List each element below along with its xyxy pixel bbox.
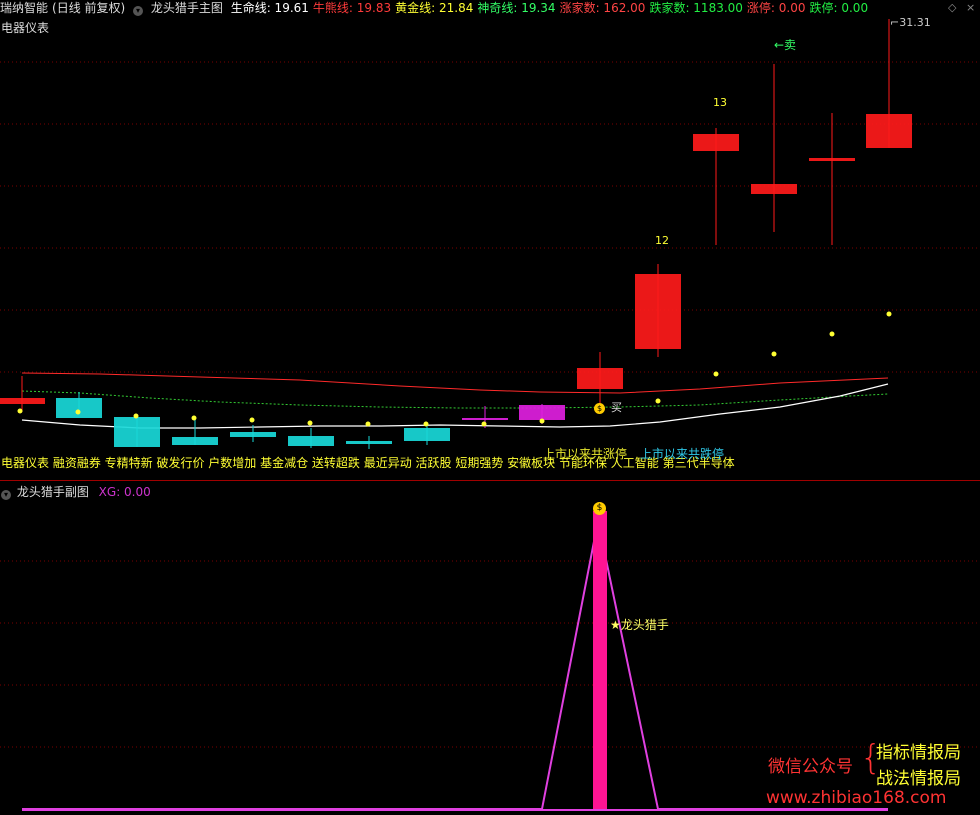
yellow-dot <box>191 415 197 421</box>
peak-price: ⌐31.31 <box>890 16 931 29</box>
money-bag-icon: $ <box>594 403 605 414</box>
yellow-dot <box>481 421 487 427</box>
watermark-line2: 战法情报局 <box>876 769 961 789</box>
stock-name: 瑞纳智能 <box>0 1 49 15</box>
header-value-item: 跌家数: 1183.00 <box>649 1 743 15</box>
dragon-hunter-signal: ★龙头猎手 <box>610 618 669 632</box>
yellow-dot <box>17 408 23 414</box>
xg-value: XG: 0.00 <box>98 485 151 499</box>
candle <box>346 436 392 449</box>
yellow-dot <box>365 421 371 427</box>
candles <box>0 19 912 449</box>
header-value-item: 涨停: 0.00 <box>746 1 806 15</box>
sector-subtitle: 电器仪表 <box>1 21 50 35</box>
candle-body <box>866 114 912 148</box>
candle-body <box>114 417 160 447</box>
candle-body <box>462 418 508 420</box>
candle-body <box>519 405 565 420</box>
indicator-menu-icon[interactable]: ▾ <box>133 6 144 16</box>
yellow-dot <box>829 331 835 337</box>
candle-body <box>172 437 218 445</box>
yellow-dot <box>75 409 81 415</box>
limit-down-history: 上市以来共跌停 <box>640 447 725 461</box>
sub-grid <box>0 560 980 748</box>
candle <box>866 19 912 148</box>
candle <box>809 113 855 245</box>
sub-header: ▾ 龙头猎手副图 XG: 0.00 <box>1 483 151 500</box>
limit-up-history: 上市以来共涨停 <box>543 447 628 461</box>
candle-body <box>0 398 45 404</box>
candle-body <box>693 134 739 151</box>
signal-bar <box>593 511 607 811</box>
candle-body <box>230 432 276 437</box>
sub-indicator-name[interactable]: 龙头猎手副图 <box>17 485 89 499</box>
candle <box>577 352 623 405</box>
sub-money-bag-icon: $ <box>593 502 606 515</box>
yellow-dot <box>886 311 892 317</box>
yellow-dot <box>713 371 719 377</box>
yellow-dot <box>771 351 777 357</box>
close-icon[interactable]: × <box>966 1 975 14</box>
watermark-url: www.zhibiao168.com <box>766 788 947 808</box>
header-values: 生命线: 19.61 牛熊线: 19.83 黄金线: 21.84 神奇线: 19.34… <box>231 1 872 15</box>
header-value-item: 跌停: 0.00 <box>809 1 869 15</box>
diamond-icon[interactable]: ◇ <box>948 1 956 14</box>
yellow-dot <box>307 420 313 426</box>
candle <box>288 428 334 448</box>
candle <box>404 425 450 445</box>
yellow-dot <box>249 417 255 423</box>
period-label: (日线 前复权) <box>52 1 126 15</box>
candle-body <box>346 441 392 444</box>
candle <box>172 420 218 445</box>
candle-body <box>751 184 797 194</box>
buy-signal: $ 买 <box>594 399 622 415</box>
candle-body <box>404 428 450 441</box>
candle-body <box>577 368 623 389</box>
main-chart <box>0 19 980 481</box>
sub-menu-icon[interactable]: ▾ <box>1 490 11 500</box>
candle-body <box>809 158 855 161</box>
golden-line <box>21 390 889 409</box>
candle <box>114 415 160 447</box>
bull-bear-line <box>21 372 889 394</box>
header-bar: 瑞纳智能 (日线 前复权) ▾ 龙头猎手主图 生命线: 19.61 牛熊线: 19.… <box>0 0 876 16</box>
header-value-item: 涨家数: 162.00 <box>559 1 646 15</box>
candle <box>0 376 45 412</box>
yellow-dot <box>133 413 139 419</box>
header-value-item: 牛熊线: 19.83 <box>312 1 392 15</box>
header-value-item: 生命线: 19.61 <box>230 1 309 15</box>
yellow-dot <box>423 421 429 427</box>
candle-body <box>635 274 681 349</box>
signal-line <box>22 520 888 810</box>
yellow-dot <box>539 418 545 424</box>
wechat-label: 微信公众号 <box>768 757 853 777</box>
watermark-line1: 指标情报局 <box>876 743 961 763</box>
header-value-item: 神奇线: 19.34 <box>477 1 556 15</box>
count-label-13: 13 <box>713 96 727 109</box>
candle-body <box>56 398 102 418</box>
candle <box>751 64 797 232</box>
count-label-12: 12 <box>655 234 669 247</box>
buy-label: 买 <box>611 401 622 414</box>
sell-signal: ←卖 <box>774 38 797 52</box>
candle-body <box>288 436 334 446</box>
header-value-item: 黄金线: 21.84 <box>395 1 474 15</box>
main-grid <box>0 61 980 373</box>
candle <box>635 264 681 357</box>
header-controls: ◇ × <box>948 1 975 14</box>
yellow-dot <box>655 398 661 404</box>
peak-price-value: 31.31 <box>899 16 931 29</box>
indicator-name[interactable]: 龙头猎手主图 <box>151 1 223 15</box>
